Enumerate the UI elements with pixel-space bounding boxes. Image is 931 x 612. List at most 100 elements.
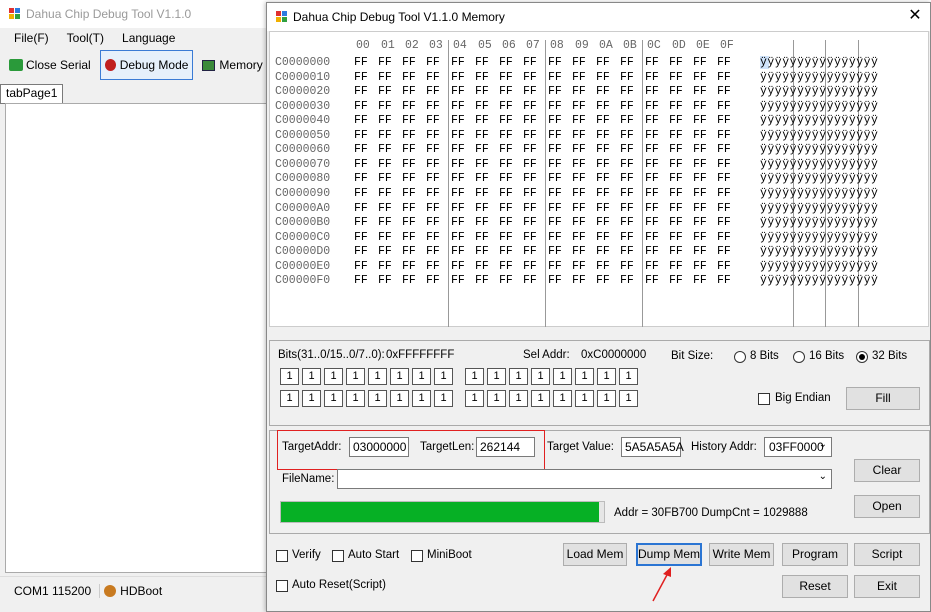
hex-byte[interactable]: FF — [548, 245, 562, 258]
hex-byte[interactable]: FF — [572, 71, 586, 84]
clear-button[interactable]: Clear — [854, 459, 920, 482]
hex-byte[interactable]: FF — [523, 231, 537, 244]
hex-byte[interactable]: FF — [620, 71, 634, 84]
hex-byte[interactable]: FF — [717, 71, 731, 84]
hex-byte[interactable]: FF — [523, 85, 537, 98]
open-button[interactable]: Open — [854, 495, 920, 518]
debug-mode-button[interactable]: Debug Mode — [99, 50, 194, 80]
hex-byte[interactable]: FF — [717, 158, 731, 171]
hex-byte[interactable]: FF — [378, 274, 392, 287]
radio-16-bits[interactable] — [793, 351, 805, 363]
hex-byte[interactable]: FF — [475, 85, 489, 98]
bit-toggle[interactable]: 1 — [434, 368, 453, 385]
hex-byte[interactable]: FF — [451, 114, 465, 127]
hex-byte[interactable]: FF — [451, 231, 465, 244]
hex-byte[interactable]: FF — [596, 245, 610, 258]
hex-byte[interactable]: FF — [378, 85, 392, 98]
hex-byte[interactable]: FF — [548, 71, 562, 84]
auto-start-checkbox[interactable] — [332, 550, 344, 562]
hex-byte[interactable]: FF — [572, 187, 586, 200]
hex-byte[interactable]: FF — [499, 71, 513, 84]
hex-byte[interactable]: FF — [693, 143, 707, 156]
hex-byte[interactable]: FF — [548, 260, 562, 273]
hex-byte[interactable]: FF — [548, 202, 562, 215]
hex-byte[interactable]: FF — [548, 85, 562, 98]
hex-byte[interactable]: FF — [693, 202, 707, 215]
hex-byte[interactable]: FF — [475, 216, 489, 229]
hex-byte[interactable]: FF — [378, 71, 392, 84]
target-addr-input[interactable]: 03000000 — [349, 437, 409, 457]
hex-byte[interactable]: FF — [669, 202, 683, 215]
hex-byte[interactable]: FF — [354, 245, 368, 258]
hex-byte[interactable]: FF — [572, 172, 586, 185]
hex-byte[interactable]: FF — [402, 56, 416, 69]
radio-8-bits[interactable] — [734, 351, 746, 363]
hex-byte[interactable]: FF — [693, 56, 707, 69]
hex-byte[interactable]: FF — [523, 216, 537, 229]
hex-byte[interactable]: FF — [548, 158, 562, 171]
hex-byte[interactable]: FF — [596, 56, 610, 69]
hex-byte[interactable]: FF — [669, 129, 683, 142]
bit-toggle[interactable]: 1 — [619, 368, 638, 385]
hex-byte[interactable]: FF — [669, 71, 683, 84]
hex-byte[interactable]: FF — [572, 260, 586, 273]
hex-byte[interactable]: FF — [596, 216, 610, 229]
hex-byte[interactable]: FF — [717, 216, 731, 229]
hex-byte[interactable]: FF — [693, 274, 707, 287]
bit-toggle[interactable]: 1 — [619, 390, 638, 407]
hex-byte[interactable]: FF — [426, 114, 440, 127]
hex-byte[interactable]: FF — [572, 231, 586, 244]
hex-byte[interactable]: FF — [548, 172, 562, 185]
hex-byte[interactable]: FF — [620, 245, 634, 258]
hex-byte[interactable]: FF — [645, 114, 659, 127]
hex-byte[interactable]: FF — [354, 100, 368, 113]
hex-byte[interactable]: FF — [693, 158, 707, 171]
bit-toggle[interactable]: 1 — [509, 390, 528, 407]
hex-byte[interactable]: FF — [717, 114, 731, 127]
hex-byte[interactable]: FF — [426, 274, 440, 287]
hex-byte[interactable]: FF — [451, 143, 465, 156]
hex-byte[interactable]: FF — [475, 202, 489, 215]
hex-byte[interactable]: FF — [523, 158, 537, 171]
hex-byte[interactable]: FF — [620, 231, 634, 244]
hex-byte[interactable]: FF — [669, 172, 683, 185]
hex-byte[interactable]: FF — [499, 260, 513, 273]
hex-byte[interactable]: FF — [523, 202, 537, 215]
bit-toggle[interactable]: 1 — [302, 390, 321, 407]
hex-byte[interactable]: FF — [717, 231, 731, 244]
hex-byte[interactable]: FF — [572, 100, 586, 113]
hex-byte[interactable]: FF — [499, 158, 513, 171]
hex-byte[interactable]: FF — [523, 245, 537, 258]
hex-byte[interactable]: FF — [596, 114, 610, 127]
hex-byte[interactable]: FF — [669, 114, 683, 127]
bit-toggle[interactable]: 1 — [412, 390, 431, 407]
bit-toggle[interactable]: 1 — [575, 390, 594, 407]
hex-byte[interactable]: FF — [378, 216, 392, 229]
hex-byte[interactable]: FF — [402, 260, 416, 273]
hex-byte[interactable]: FF — [426, 143, 440, 156]
hex-byte[interactable]: FF — [523, 100, 537, 113]
hex-byte[interactable]: FF — [523, 129, 537, 142]
hex-byte[interactable]: FF — [693, 71, 707, 84]
hex-byte[interactable]: FF — [548, 129, 562, 142]
hex-byte[interactable]: FF — [548, 100, 562, 113]
bit-toggle[interactable]: 1 — [531, 390, 550, 407]
hex-byte[interactable]: FF — [717, 202, 731, 215]
hex-byte[interactable]: FF — [475, 172, 489, 185]
hex-byte[interactable]: FF — [402, 187, 416, 200]
hex-byte[interactable]: FF — [572, 245, 586, 258]
hex-byte[interactable]: FF — [354, 85, 368, 98]
hex-byte[interactable]: FF — [402, 114, 416, 127]
hex-byte[interactable]: FF — [572, 216, 586, 229]
hex-byte[interactable]: FF — [402, 143, 416, 156]
hex-byte[interactable]: FF — [717, 56, 731, 69]
menu-language[interactable]: Language — [122, 31, 175, 45]
hex-byte[interactable]: FF — [354, 56, 368, 69]
hex-byte[interactable]: FF — [523, 114, 537, 127]
hex-byte[interactable]: FF — [378, 158, 392, 171]
hex-byte[interactable]: FF — [572, 143, 586, 156]
verify-checkbox[interactable] — [276, 550, 288, 562]
hex-byte[interactable]: FF — [426, 100, 440, 113]
hex-byte[interactable]: FF — [426, 231, 440, 244]
hex-byte[interactable]: FF — [669, 100, 683, 113]
